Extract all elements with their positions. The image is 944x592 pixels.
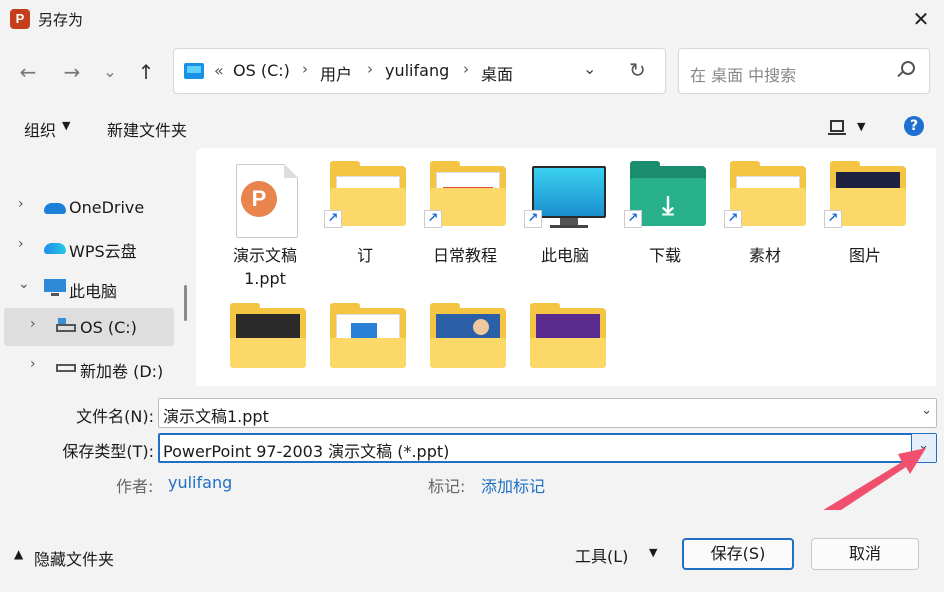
view-icon[interactable] (828, 120, 846, 135)
tools-button[interactable]: 工具(L) (575, 543, 628, 567)
cancel-button[interactable]: 取消 (811, 538, 919, 570)
caret-down-icon[interactable]: ▼ (62, 119, 70, 132)
chevron-right-icon[interactable]: › (30, 356, 36, 372)
filetype-label: 保存类型(T): (62, 442, 154, 461)
author-label: 作者: (116, 477, 154, 496)
caret-down-icon[interactable]: ▼ (649, 546, 657, 559)
filetype-select[interactable]: PowerPoint 97-2003 演示文稿 (*.ppt) ⌄ (158, 433, 937, 463)
tags-label: 标记: (428, 477, 466, 496)
sidebar-item-label: OS (C:) (80, 318, 137, 337)
folder-icon: W ↗ (324, 161, 406, 228)
add-tags-link[interactable]: 添加标记 (481, 473, 545, 497)
up-arrow-icon[interactable]: ↑ (132, 58, 160, 86)
title-bar: P 另存为 ✕ (0, 0, 944, 38)
wps-cloud-icon (44, 243, 66, 254)
back-arrow-icon[interactable]: ← (14, 58, 42, 86)
shortcut-arrow-icon: ↗ (324, 210, 342, 228)
file-name: 订 (356, 246, 373, 265)
folder-icon: ↗ (424, 161, 506, 228)
folder-icon (230, 303, 306, 370)
hide-folders-button[interactable]: 隐藏文件夹 (34, 546, 114, 570)
chevron-right-icon[interactable]: › (30, 316, 36, 332)
folder-icon (530, 303, 606, 370)
chevron-down-icon[interactable]: ⌄ (583, 59, 596, 78)
folder-icon (330, 303, 406, 370)
folder-icon: ↗ (824, 161, 906, 228)
download-folder-icon: ⤓ ↗ (624, 161, 706, 228)
sidebar-item-this-pc[interactable]: ⌄ 此电脑 (4, 268, 174, 306)
filename-label: 文件名(N): (76, 407, 154, 426)
close-button[interactable]: ✕ (898, 0, 944, 38)
shortcut-arrow-icon: ↗ (624, 210, 642, 228)
chevron-right-icon[interactable]: › (18, 196, 24, 212)
computer-icon (44, 279, 66, 296)
address-bar[interactable]: « OS (C:) › 用户 › yulifang › 桌面 ⌄ ↻ (173, 48, 666, 94)
shortcut-arrow-icon: ↗ (524, 210, 542, 228)
sidebar-item-label: 此电脑 (69, 282, 118, 301)
help-icon[interactable]: ? (904, 116, 924, 136)
sidebar-item-label: 新加卷 (D:) (80, 362, 164, 381)
computer-icon: ↗ (524, 166, 606, 228)
cloud-icon (44, 203, 66, 214)
organize-button[interactable]: 组织 (24, 117, 56, 141)
file-name: 演示文稿 1.ppt (232, 246, 297, 288)
sidebar-item-label: WPS云盘 (69, 242, 137, 261)
file-name: 图片 (848, 246, 881, 265)
chevron-down-icon[interactable]: ⌄ (18, 276, 30, 292)
filetype-value[interactable]: PowerPoint 97-2003 演示文稿 (*.ppt) (163, 438, 449, 462)
chevron-down-icon[interactable]: ⌄ (918, 438, 929, 453)
window-title: 另存为 (38, 11, 84, 29)
sidebar-item-label: OneDrive (69, 198, 145, 217)
sidebar-scrollbar[interactable] (184, 285, 187, 321)
address-overflow[interactable]: « (214, 61, 224, 80)
toolbar: 组织 ▼ 新建文件夹 ▼ (0, 106, 944, 148)
refresh-icon[interactable]: ↻ (629, 58, 646, 82)
drive-icon (56, 318, 76, 332)
search-icon[interactable] (901, 61, 915, 75)
breadcrumb-users[interactable]: 用户 (320, 61, 352, 85)
file-name: 此电脑 (540, 246, 589, 265)
filename-input[interactable]: 演示文稿1.ppt (163, 403, 269, 427)
chevron-right-icon[interactable]: › (18, 236, 24, 252)
chevron-up-icon[interactable]: ▲ (14, 547, 23, 561)
recent-locations-icon[interactable]: ⌄ (96, 58, 124, 86)
forward-arrow-icon[interactable]: → (58, 58, 86, 86)
save-button[interactable]: 保存(S) (682, 538, 794, 570)
file-list: P 演示文稿 1.ppt W ↗ 订 ↗ 日常教程 ↗ 此电脑 (196, 148, 936, 386)
shortcut-arrow-icon: ↗ (824, 210, 842, 228)
view-caret-icon[interactable]: ▼ (857, 120, 865, 133)
sidebar-item-os-c[interactable]: › OS (C:) (4, 308, 174, 346)
sidebar-item-wps-cloud[interactable]: › WPS云盘 (4, 228, 174, 266)
navigation-pane: › OneDrive › WPS云盘 ⌄ 此电脑 › OS (C:) › 新加卷… (0, 148, 196, 386)
ppt-file-icon: P (236, 164, 298, 238)
shortcut-arrow-icon: ↗ (424, 210, 442, 228)
dialog-footer: ▲ 隐藏文件夹 工具(L) ▼ 保存(S) 取消 (0, 510, 944, 592)
search-box[interactable]: 在 桌面 中搜索 (678, 48, 930, 94)
shortcut-arrow-icon: ↗ (724, 210, 742, 228)
breadcrumb-separator[interactable]: › (302, 60, 308, 78)
navigation-bar: ← → ⌄ ↑ « OS (C:) › 用户 › yulifang › 桌面 ⌄… (0, 38, 944, 106)
file-name: 下载 (648, 246, 681, 265)
breadcrumb-separator[interactable]: › (463, 60, 469, 78)
breadcrumb-desktop[interactable]: 桌面 (481, 61, 513, 85)
breadcrumb-user[interactable]: yulifang (385, 61, 449, 80)
file-name: 日常教程 (432, 246, 497, 265)
location-icon (184, 63, 204, 79)
chevron-down-icon[interactable]: ⌄ (921, 403, 932, 418)
file-name: 素材 (748, 246, 781, 265)
breadcrumb-os-c[interactable]: OS (C:) (233, 61, 290, 80)
save-form: 文件名(N): 演示文稿1.ppt ⌄ 保存类型(T): PowerPoint … (0, 386, 944, 510)
sidebar-item-drive-d[interactable]: › 新加卷 (D:) (4, 348, 174, 386)
powerpoint-icon: P (10, 9, 30, 29)
author-value[interactable]: yulifang (168, 473, 232, 492)
sidebar-item-onedrive[interactable]: › OneDrive (4, 188, 174, 226)
new-folder-button[interactable]: 新建文件夹 (107, 117, 187, 141)
filename-field[interactable]: 演示文稿1.ppt ⌄ (158, 398, 937, 428)
folder-icon (430, 303, 506, 370)
breadcrumb-separator[interactable]: › (367, 60, 373, 78)
drive-icon (56, 364, 76, 372)
folder-icon: S ↗ (724, 161, 806, 228)
search-input[interactable]: 在 桌面 中搜索 (690, 62, 796, 86)
